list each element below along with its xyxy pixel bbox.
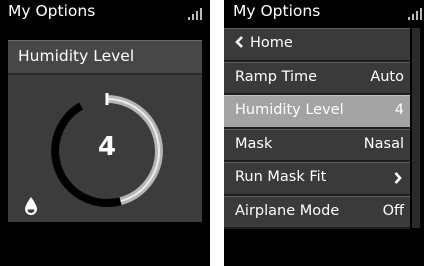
menu-item-run-mask-fit[interactable]: Run Mask Fit [224, 162, 410, 196]
menu-item-value: Nasal [363, 135, 404, 152]
humidity-dial[interactable] [8, 40, 202, 222]
menu-item-label: Run Mask Fit [235, 169, 327, 185]
options-menu-screen: My Options Home Ramp Time Auto Humidity … [224, 0, 424, 266]
menu-scrollbar[interactable] [412, 28, 420, 228]
menu-item-home[interactable]: Home [224, 28, 410, 62]
humidity-panel[interactable]: Humidity Level 4 [8, 40, 202, 222]
menu-item-value: Auto [370, 68, 404, 85]
signal-bars-icon [408, 8, 422, 20]
menu-item-mask[interactable]: Mask Nasal [224, 128, 410, 162]
menu-item-ramp-time[interactable]: Ramp Time Auto [224, 61, 410, 95]
menu-item-value: Off [382, 202, 404, 219]
status-bar: My Options [0, 0, 210, 26]
menu-item-airplane-mode[interactable]: Airplane Mode Off [224, 195, 410, 229]
water-drop-icon [25, 197, 37, 215]
options-menu: Home Ramp Time Auto Humidity Level 4 Mas… [224, 28, 410, 229]
menu-item-label: Mask [235, 135, 273, 152]
humidity-value: 4 [97, 132, 117, 162]
status-title: My Options [233, 2, 321, 20]
status-title: My Options [8, 2, 96, 20]
menu-item-label: Airplane Mode [235, 202, 340, 219]
menu-item-humidity-level[interactable]: Humidity Level 4 [224, 95, 410, 129]
status-bar: My Options [224, 0, 424, 26]
menu-item-label: Humidity Level [235, 102, 344, 118]
menu-item-label: Ramp Time [235, 68, 318, 85]
signal-bars-icon [188, 8, 202, 20]
chevron-left-icon [235, 36, 243, 48]
humidity-screen: My Options Humidity Level 4 [0, 0, 210, 266]
chevron-right-icon [394, 172, 402, 184]
menu-item-label: Home [250, 35, 293, 51]
menu-item-value: 4 [394, 102, 404, 118]
